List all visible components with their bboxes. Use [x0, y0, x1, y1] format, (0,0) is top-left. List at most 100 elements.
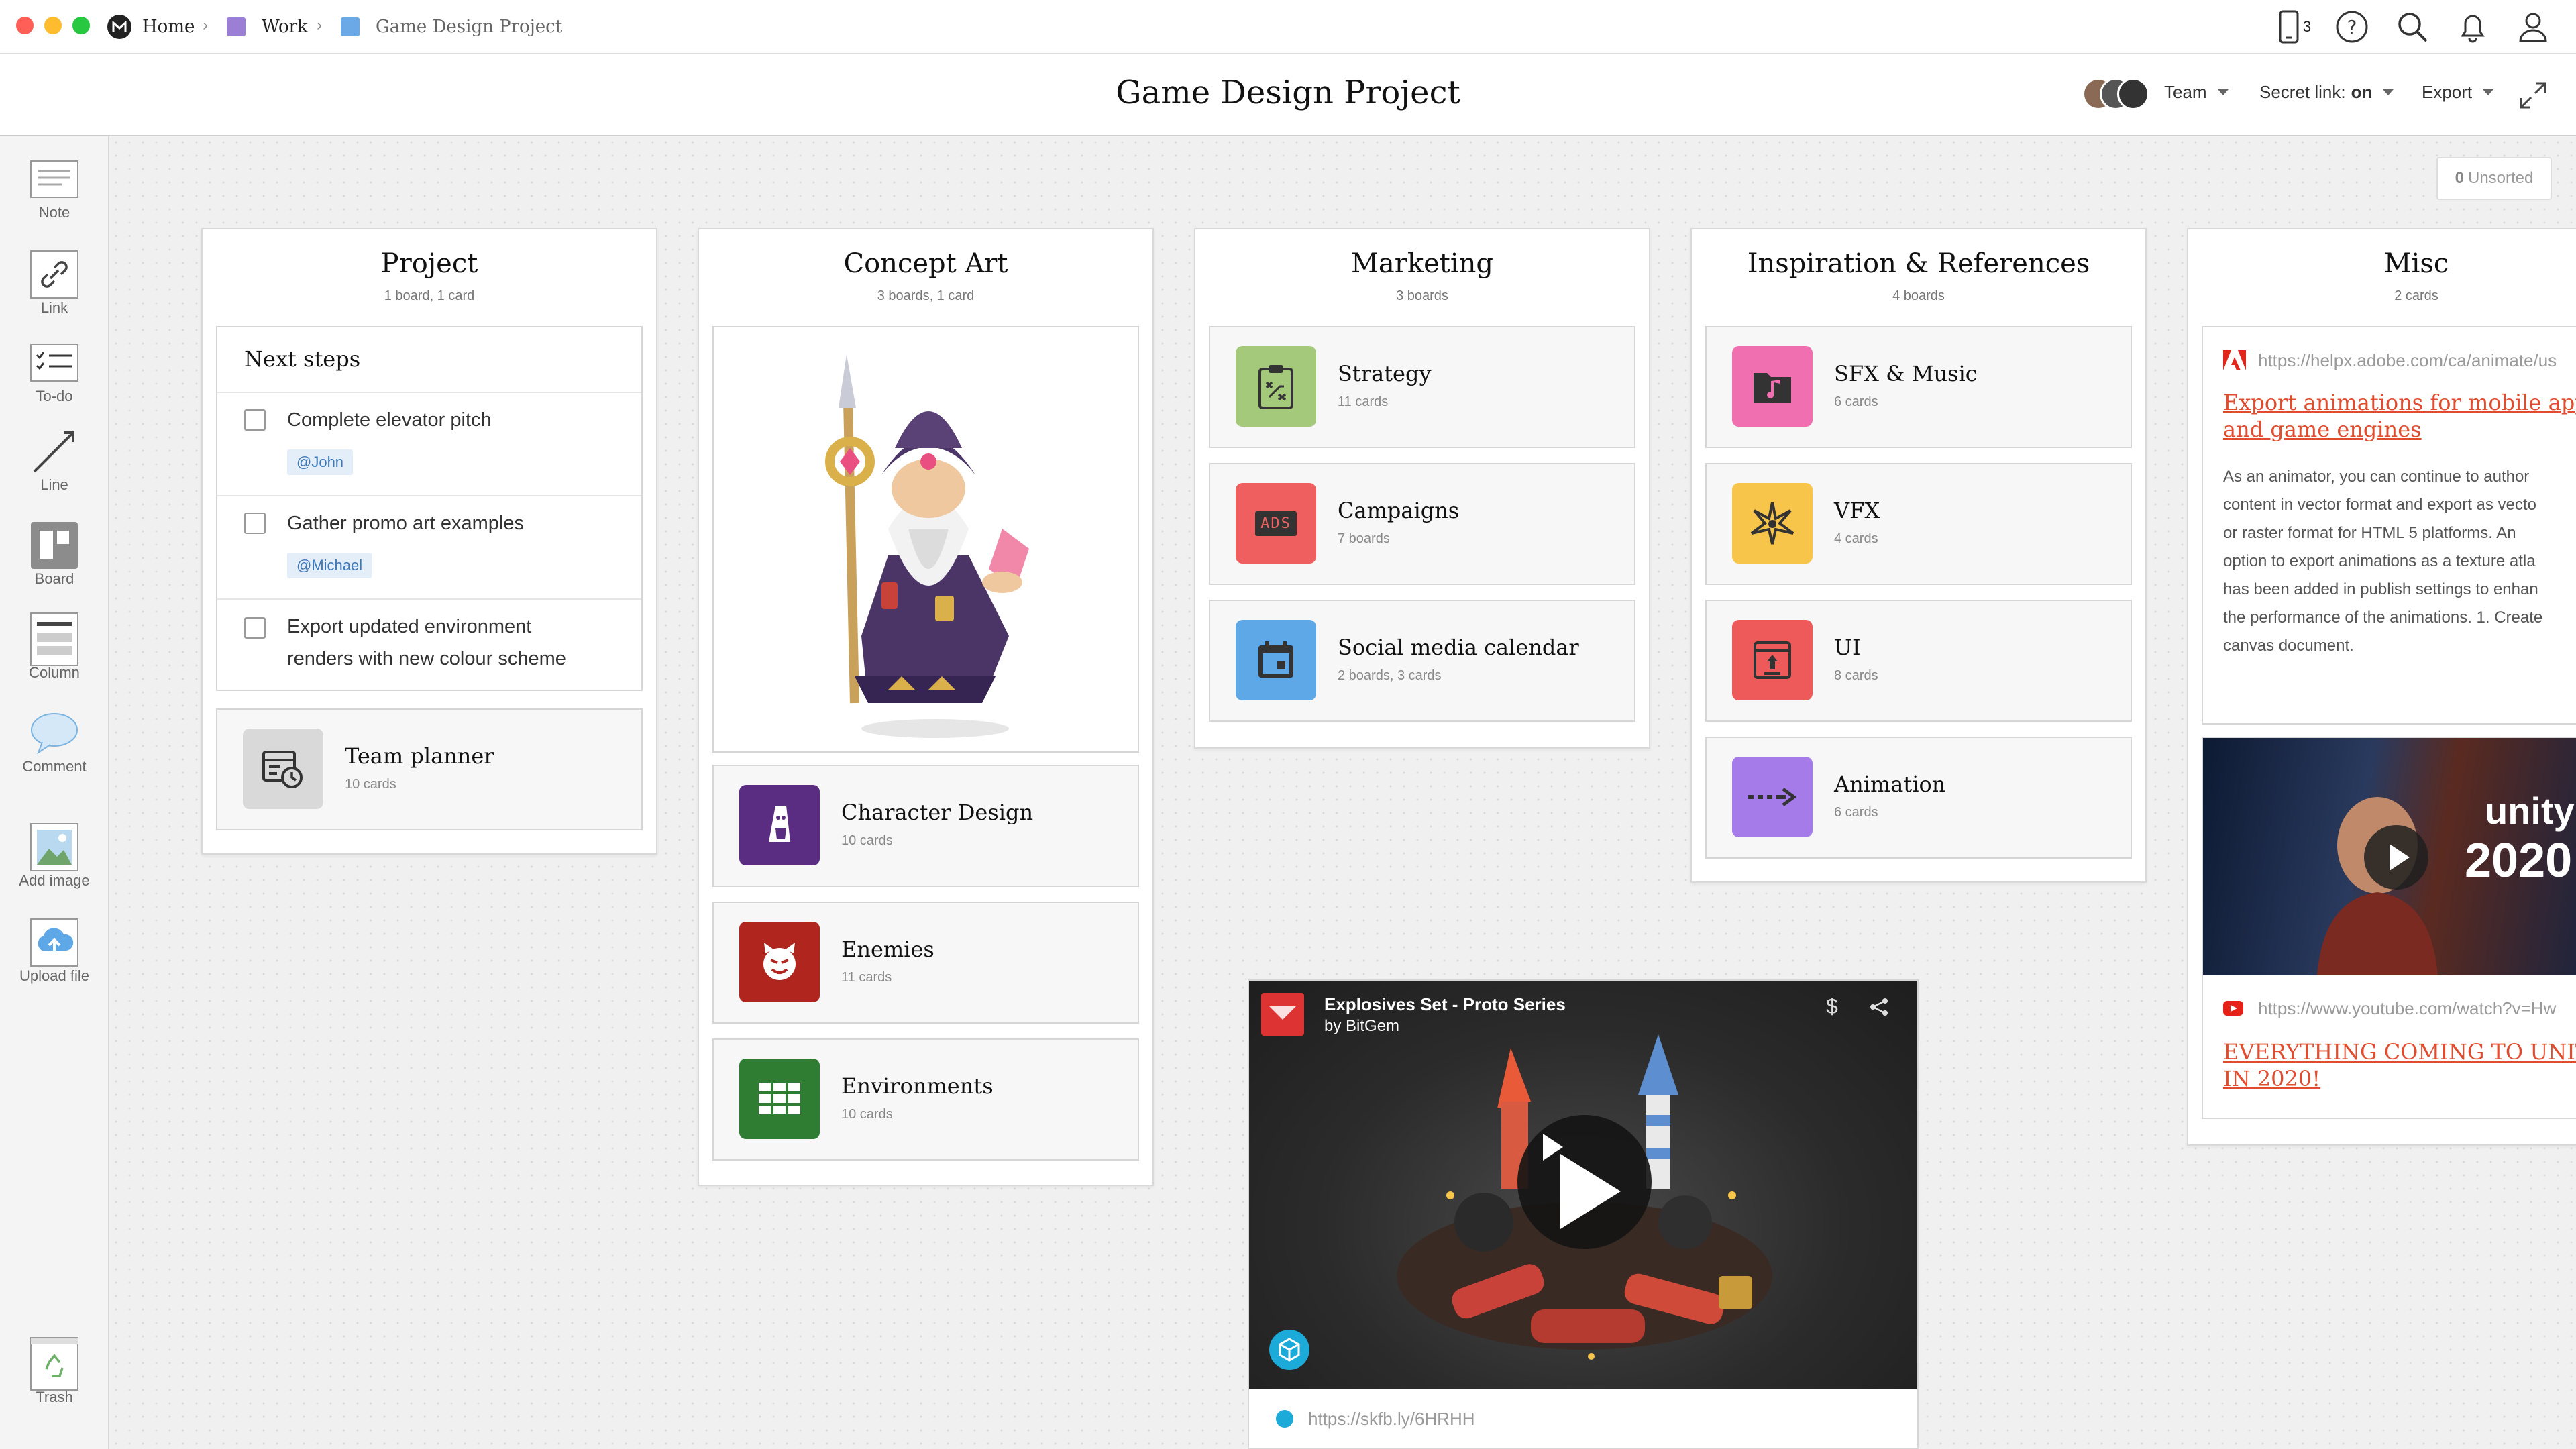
link-url[interactable]: https://www.youtube.com/watch?v=Hw	[2258, 998, 2556, 1019]
column-title[interactable]: Misc	[2188, 248, 2576, 279]
user-icon	[2519, 13, 2547, 42]
unsorted-button[interactable]: 0 Unsorted	[2436, 157, 2552, 200]
secret-link-menu-button[interactable]: Secret link: on	[2259, 82, 2394, 103]
tool-line[interactable]: Line	[0, 431, 109, 494]
wizard-character-image[interactable]	[712, 326, 1139, 753]
link-title-line[interactable]: and game engines	[2223, 416, 2422, 443]
sketchfab-icon[interactable]	[1269, 1330, 1309, 1370]
price-icon[interactable]: $	[1826, 994, 1838, 1019]
video-thumbnail[interactable]: unity 2020	[2203, 738, 2576, 975]
trash-button[interactable]: Trash	[0, 1337, 109, 1406]
board-card-strategy[interactable]: Strategy 11 cards	[1209, 326, 1635, 448]
column-misc[interactable]: Misc 2 cards https://helpx.adobe.com/ca/…	[2187, 228, 2576, 1146]
link-card-adobe[interactable]: https://helpx.adobe.com/ca/animate/us Ex…	[2202, 326, 2576, 724]
export-menu-button[interactable]: Export	[2422, 82, 2494, 103]
board-card-animation[interactable]: Animation 6 cards	[1705, 737, 2132, 859]
breadcrumb-separator-icon: ›	[203, 16, 208, 34]
chevron-down-icon	[2483, 89, 2494, 95]
board-card-environments[interactable]: Environments 10 cards	[712, 1038, 1139, 1161]
trash-label: Trash	[36, 1389, 73, 1405]
link-description-line: the performance of the animations. 1. Cr…	[2223, 608, 2543, 627]
column-title[interactable]: Marketing	[1195, 248, 1649, 279]
board-subtitle: 10 cards	[841, 1107, 893, 1122]
mention-tag[interactable]: @John	[287, 449, 354, 475]
board-card-team-planner[interactable]: Team planner 10 cards	[216, 708, 643, 830]
column-title[interactable]: Concept Art	[699, 248, 1152, 279]
tool-link[interactable]: Link	[0, 250, 109, 317]
board-card-campaigns[interactable]: ADS Campaigns 7 boards	[1209, 463, 1635, 585]
video-card-explosives[interactable]: Explosives Set - Proto Series by BitGem …	[1248, 979, 1919, 1449]
todo-text[interactable]: Complete elevator pitch	[287, 404, 492, 436]
video-title[interactable]: Explosives Set - Proto Series	[1324, 994, 1566, 1015]
ui-icon	[1732, 620, 1813, 700]
board-card-ui[interactable]: UI 8 cards	[1705, 600, 2132, 722]
fullscreen-button[interactable]	[2518, 80, 2548, 110]
planner-icon	[243, 729, 323, 809]
board-subtitle: 2 boards, 3 cards	[1338, 668, 1442, 683]
column-subtitle: 1 board, 1 card	[384, 288, 475, 303]
devices-button[interactable]: 3	[2265, 9, 2325, 44]
tool-column[interactable]: Column	[0, 612, 109, 682]
board-card-character-design[interactable]: Character Design 10 cards	[712, 765, 1139, 887]
tool-todo[interactable]: To-do	[0, 342, 109, 405]
link-title-line[interactable]: IN 2020!	[2223, 1065, 2320, 1092]
calendar-icon	[1236, 620, 1316, 700]
board-title: UI	[1834, 635, 1861, 660]
todo-text[interactable]: Gather promo art examples	[287, 507, 524, 539]
link-card-youtube[interactable]: unity 2020 https://www.youtube.com/watch…	[2202, 737, 2576, 1119]
breadcrumb-work[interactable]: Work	[262, 0, 308, 54]
board-subtitle: 6 cards	[1834, 394, 1878, 409]
todo-card[interactable]: Next steps Complete elevator pitch @John…	[216, 326, 643, 691]
window-maximize-button[interactable]	[72, 17, 90, 34]
share-icon[interactable]	[1869, 997, 1889, 1020]
column-marketing[interactable]: Marketing 3 boards Strategy 11 cards ADS…	[1194, 228, 1650, 749]
tool-add-image[interactable]: Add image	[0, 823, 109, 890]
top-bar: Home › Work › Game Design Project 3 ?	[0, 0, 2576, 54]
link-url[interactable]: https://helpx.adobe.com/ca/animate/us	[2258, 350, 2557, 371]
breadcrumb-home[interactable]: Home	[142, 0, 195, 54]
help-button[interactable]: ?	[2334, 9, 2369, 44]
link-title-line[interactable]: Export animations for mobile app	[2223, 389, 2576, 416]
secret-link-label: Secret link:	[2259, 82, 2346, 102]
todo-checkbox[interactable]	[244, 617, 266, 639]
account-button[interactable]	[2516, 9, 2551, 44]
avatar	[2117, 78, 2149, 110]
link-title-line[interactable]: EVERYTHING COMING TO UNITY	[2223, 1038, 2576, 1065]
todo-title[interactable]: Next steps	[244, 346, 360, 372]
column-concept-art[interactable]: Concept Art 3 boards, 1 card Character D…	[698, 228, 1154, 1186]
board-card-vfx[interactable]: VFX 4 cards	[1705, 463, 2132, 585]
todo-checkbox[interactable]	[244, 513, 266, 534]
window-close-button[interactable]	[16, 17, 34, 34]
board-subtitle: 4 cards	[1834, 531, 1878, 546]
board-title: Character Design	[841, 800, 1034, 825]
todo-text-line[interactable]: renders with new colour scheme	[287, 643, 566, 675]
tool-note[interactable]: Note	[0, 158, 109, 221]
breadcrumb-project[interactable]: Game Design Project	[376, 0, 562, 54]
window-minimize-button[interactable]	[44, 17, 62, 34]
column-project[interactable]: Project 1 board, 1 card Next steps Compl…	[201, 228, 657, 855]
board-card-social-media-calendar[interactable]: Social media calendar 2 boards, 3 cards	[1209, 600, 1635, 722]
video-player[interactable]: Explosives Set - Proto Series by BitGem …	[1249, 981, 1917, 1389]
todo-checkbox[interactable]	[244, 409, 266, 431]
column-title[interactable]: Project	[203, 248, 656, 279]
column-inspiration-references[interactable]: Inspiration & References 4 boards SFX & …	[1690, 228, 2147, 883]
link-description-line: As an animator, you can continue to auth…	[2223, 468, 2530, 486]
tool-upload-file[interactable]: Upload file	[0, 918, 109, 985]
video-url[interactable]: https://skfb.ly/6HRHH	[1308, 1409, 1475, 1430]
mention-tag[interactable]: @Michael	[287, 553, 372, 578]
board-card-enemies[interactable]: Enemies 11 cards	[712, 902, 1139, 1024]
todo-text-line[interactable]: Export updated environment	[287, 610, 531, 643]
search-button[interactable]	[2395, 9, 2430, 44]
milanote-logo-icon[interactable]	[107, 15, 131, 39]
music-icon	[1732, 346, 1813, 427]
tool-label: Add image	[19, 872, 90, 889]
notifications-button[interactable]	[2455, 9, 2490, 44]
team-avatars[interactable]	[2082, 75, 2156, 113]
tool-comment[interactable]: Comment	[0, 712, 109, 775]
play-button[interactable]	[2364, 825, 2428, 890]
column-title[interactable]: Inspiration & References	[1692, 248, 2145, 279]
board-card-sfx-music[interactable]: SFX & Music 6 cards	[1705, 326, 2132, 448]
team-menu-button[interactable]: Team	[2164, 82, 2229, 103]
devil-icon	[739, 922, 820, 1002]
tool-board[interactable]: Board	[0, 522, 109, 588]
